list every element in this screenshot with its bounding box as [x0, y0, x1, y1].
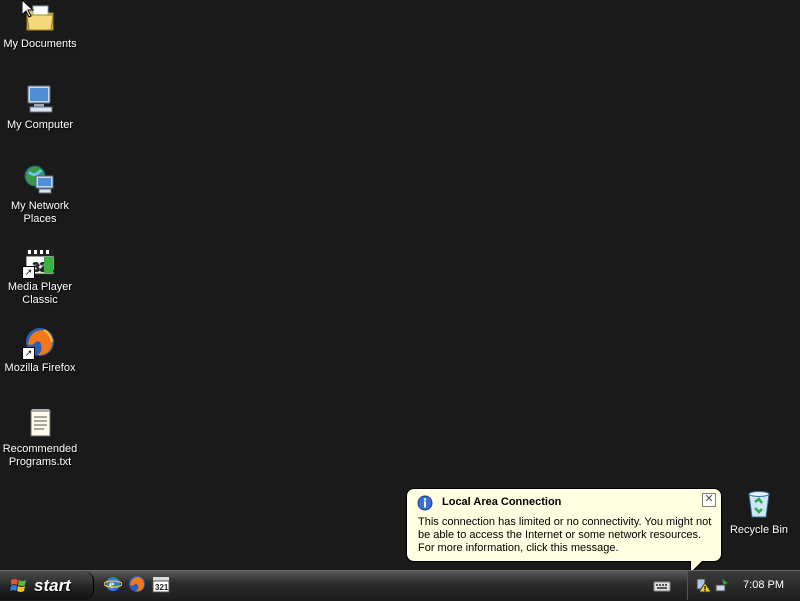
taskbar-clock[interactable]: 7:08 PM	[743, 579, 784, 591]
network-warning-icon[interactable]	[696, 577, 712, 593]
media-player-classic-icon: 321 ↗	[22, 245, 56, 279]
safely-remove-hardware-icon[interactable]	[714, 577, 730, 593]
network-places-icon	[24, 164, 56, 196]
text-file-icon	[24, 407, 56, 439]
svg-text:321: 321	[155, 583, 169, 592]
desktop-icon-label: Media Player Classic	[7, 281, 73, 306]
desktop-icon-label: My Documents	[3, 38, 77, 50]
start-button[interactable]: start	[0, 571, 94, 600]
desktop-icon-label: Recommended Programs.txt	[2, 443, 78, 468]
desktop-icon-label: My Computer	[6, 119, 74, 131]
desktop-icon-label: My Network Places	[10, 200, 70, 225]
svg-text:e: e	[109, 577, 115, 591]
desktop: My Documents My Computer My Network Plac…	[0, 0, 800, 570]
desktop-icon-mozilla-firefox[interactable]: ↗ Mozilla Firefox	[0, 326, 80, 375]
start-label: start	[34, 575, 71, 595]
system-tray: 7:08 PM	[687, 571, 800, 600]
shortcut-arrow-icon: ↗	[22, 266, 35, 279]
balloon-close-button[interactable]: ✕	[702, 493, 716, 507]
keyboard-icon[interactable]	[653, 578, 671, 594]
balloon-title: Local Area Connection	[442, 496, 562, 508]
firefox-icon[interactable]	[128, 575, 146, 593]
desktop-icon-label: Recycle Bin	[729, 524, 789, 536]
desktop-icon-my-computer[interactable]: My Computer	[0, 83, 80, 132]
desktop-icon-my-documents[interactable]: My Documents	[0, 2, 80, 51]
desktop-icon-media-player-classic[interactable]: 321 ↗ Media Player Classic	[0, 245, 80, 307]
info-icon	[417, 495, 433, 511]
desktop-icon-my-network-places[interactable]: My Network Places	[0, 164, 80, 226]
windows-flag-icon	[10, 578, 26, 592]
desktop-icon-recycle-bin[interactable]: Recycle Bin	[719, 488, 799, 537]
desktop-icon-recommended-programs-txt[interactable]: Recommended Programs.txt	[0, 407, 80, 469]
desktop-icon-label: Mozilla Firefox	[4, 362, 76, 374]
shortcut-arrow-icon: ↗	[22, 347, 35, 360]
firefox-icon: ↗	[22, 326, 56, 360]
media-player-classic-icon[interactable]: 321	[152, 575, 170, 593]
notification-balloon[interactable]: Local Area Connection ✕ This connection …	[406, 488, 722, 562]
balloon-message[interactable]: This connection has limited or no connec…	[418, 516, 713, 555]
computer-icon	[24, 83, 56, 115]
quick-launch-bar: e 321	[104, 575, 170, 593]
taskbar: start e 321 7:08 PM	[0, 570, 800, 601]
internet-explorer-icon[interactable]: e	[104, 575, 122, 593]
recycle-bin-icon	[743, 488, 775, 520]
mouse-pointer-icon	[22, 0, 34, 18]
